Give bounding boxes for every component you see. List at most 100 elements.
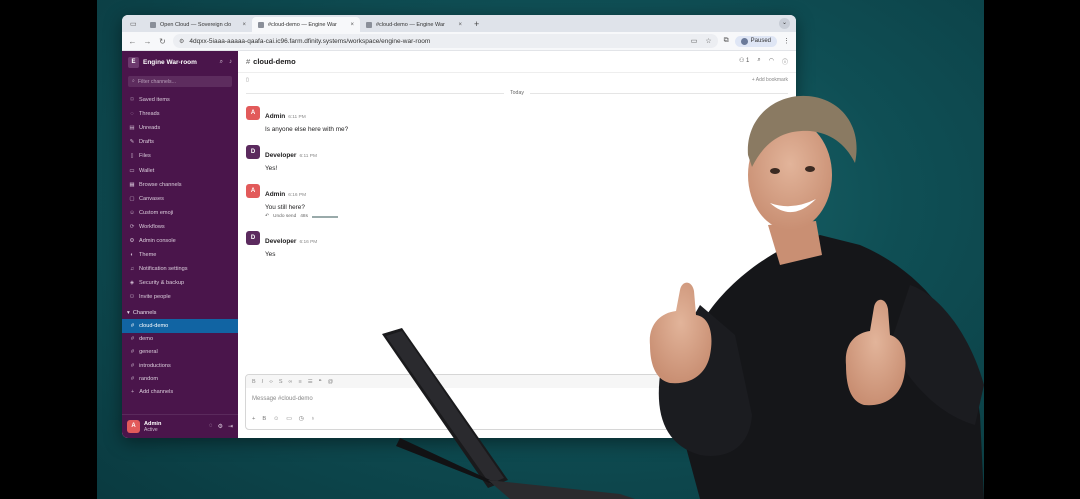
bold-icon[interactable]: B [262, 416, 266, 422]
menu-icon[interactable]: ⋮ [783, 37, 790, 45]
sidebar-item-unreads[interactable]: ▤ Unreads [122, 121, 238, 135]
italic-icon[interactable]: I [262, 379, 264, 385]
undo-progress-bar [311, 215, 338, 218]
sidebar-item-files[interactable]: ▯ Files [122, 149, 238, 163]
close-tab-icon[interactable]: × [458, 22, 462, 28]
channel-item-introductions[interactable]: # introductions [122, 359, 238, 372]
workspace-header[interactable]: E Engine War-room ⌕ ♪ [122, 51, 238, 72]
avatar[interactable]: D [246, 145, 260, 159]
site-info-icon[interactable]: ⚙ [179, 38, 184, 45]
filter-channels-input[interactable]: ⌕ Filter channels... [128, 76, 232, 87]
quote-icon[interactable]: ❝ [319, 379, 322, 385]
extensions-icon[interactable]: ⧉ [724, 37, 729, 45]
microphone-icon[interactable]: ♁ [311, 416, 315, 422]
channel-item-cloud-demo[interactable]: # cloud-demo [122, 319, 238, 333]
channel-item-random[interactable]: # random [122, 372, 238, 385]
bold-icon[interactable]: B [252, 379, 256, 385]
reload-icon[interactable]: ↻ [158, 37, 167, 46]
plus-icon[interactable]: + [252, 416, 255, 422]
channel-item-general[interactable]: # general [122, 346, 238, 359]
sidebar-item-saved-items[interactable]: ⌑ Saved items [122, 93, 238, 107]
message-text: You still here? [265, 204, 305, 211]
bookmark-icon: ⌑ [130, 97, 134, 104]
info-icon[interactable]: ⓘ [782, 57, 788, 66]
sidebar-item-label: Browse channels [139, 181, 182, 188]
close-tab-icon[interactable]: × [242, 22, 246, 28]
members-icon: ⚇ [738, 58, 745, 64]
sidebar-item-notification-settings[interactable]: ♫ Notification settings [122, 262, 238, 276]
sidebar-item-custom-emoji[interactable]: ☺ Custom emoji [122, 206, 238, 220]
logout-icon[interactable]: ⇥ [228, 423, 233, 430]
code-icon[interactable]: ‹› [269, 379, 273, 385]
sidebar-item-admin-console[interactable]: ⚙ Admin console [122, 234, 238, 248]
mention-icon[interactable]: @ [328, 379, 334, 385]
back-icon[interactable]: ← [128, 37, 137, 46]
members-button[interactable]: ⚇ 1 [739, 57, 749, 66]
bullet-list-icon[interactable]: ☰ [308, 379, 313, 385]
address-bar-row: ← → ↻ ⚙ 4dqxx-5iaaa-aaaaa-qaafa-cai.ic96… [122, 32, 796, 51]
add-channels-button[interactable]: + Add channels [122, 385, 238, 398]
profile-status: Paused [750, 38, 771, 44]
sidebar-item-browse-channels[interactable]: ▦ Browse channels [122, 178, 238, 192]
new-tab-button[interactable]: + [468, 17, 485, 32]
draft-icon: ✎ [129, 139, 135, 146]
ordered-list-icon[interactable]: ≡ [298, 379, 301, 385]
sidebar-item-label: Security & backup [139, 280, 185, 287]
avatar[interactable]: A [246, 106, 260, 120]
browser-tab-2[interactable]: #cloud-demo — Engine War × [252, 17, 360, 32]
sidebar-item-drafts[interactable]: ✎ Drafts [122, 135, 238, 149]
browser-tab-3[interactable]: #cloud-demo — Engine War × [360, 17, 468, 32]
presenter-image [649, 95, 984, 499]
gear-icon[interactable]: ⚙ [218, 423, 223, 430]
url-field[interactable]: ⚙ 4dqxx-5iaaa-aaaaa-qaafa-cai.ic96.farm.… [173, 34, 718, 48]
sidebar-item-label: Notification settings [139, 266, 188, 273]
cast-icon[interactable]: ▭ [691, 37, 698, 45]
close-tab-icon[interactable]: × [350, 22, 354, 28]
strikethrough-icon[interactable]: S [279, 379, 283, 385]
emoji-icon[interactable]: ☺ [273, 416, 279, 422]
message-author[interactable]: Developer [265, 152, 296, 159]
profile-button[interactable]: Paused [734, 35, 777, 47]
sidebar-item-theme[interactable]: ◐ Theme [122, 248, 238, 262]
search-icon[interactable]: ⌕ [757, 57, 760, 66]
sidebar-item-security-backup[interactable]: ◈ Security & backup [122, 276, 238, 290]
search-icon[interactable]: ⌕ [220, 59, 223, 66]
browser-tab-1[interactable]: Open Cloud — Sovereign clo × [144, 17, 252, 32]
forward-icon[interactable]: → [143, 37, 152, 46]
chat-icon[interactable]: ◌ [209, 423, 213, 430]
pin-icon[interactable]: ▯ [246, 77, 249, 83]
add-bookmark-button[interactable]: + Add bookmark [752, 77, 788, 83]
avatar[interactable]: A [127, 420, 140, 433]
theme-icon: ◐ [130, 252, 134, 259]
hash-icon: # [131, 323, 135, 329]
bell-icon[interactable]: ♪ [229, 59, 232, 66]
sidebar-item-canvases[interactable]: ▢ Canvases [122, 192, 238, 206]
tab-list-icon[interactable]: ▭ [130, 17, 144, 32]
favicon-icon [258, 21, 264, 28]
link-icon[interactable]: ∞ [289, 379, 293, 385]
avatar[interactable]: D [246, 231, 260, 245]
channels-heading: Channels [132, 309, 157, 316]
undo-send-button[interactable]: Undo send [273, 214, 296, 219]
gif-icon[interactable]: ▭ [286, 416, 291, 422]
shield-icon: ◈ [129, 280, 135, 287]
tab-search-icon[interactable]: ⌄ [779, 18, 790, 29]
channel-item-demo[interactable]: # demo [122, 333, 238, 346]
message-author[interactable]: Admin [265, 191, 285, 198]
sidebar-item-wallet[interactable]: ▭ Wallet [122, 163, 238, 177]
favicon-icon [366, 21, 372, 28]
channels-section-header[interactable]: ▾ Channels [122, 306, 238, 319]
bookmark-star-icon[interactable]: ☆ [705, 37, 711, 45]
headphones-icon[interactable]: ◠ [769, 57, 774, 66]
sidebar-item-threads[interactable]: ◌ Threads [122, 107, 238, 121]
sidebar-item-workflows[interactable]: ⟳ Workflows [122, 220, 238, 234]
message-author[interactable]: Admin [265, 113, 285, 120]
sidebar-item-invite-people[interactable]: ⚇ Invite people [122, 290, 238, 304]
message-author[interactable]: Developer [265, 238, 296, 245]
clock-icon[interactable]: ◷ [299, 416, 304, 422]
channel-title[interactable]: cloud-demo [253, 57, 296, 66]
sidebar-item-label: Threads [139, 111, 160, 118]
user-name: Admin [144, 420, 162, 427]
avatar[interactable]: A [246, 184, 260, 198]
message-time: 6:16 PM [299, 240, 318, 245]
